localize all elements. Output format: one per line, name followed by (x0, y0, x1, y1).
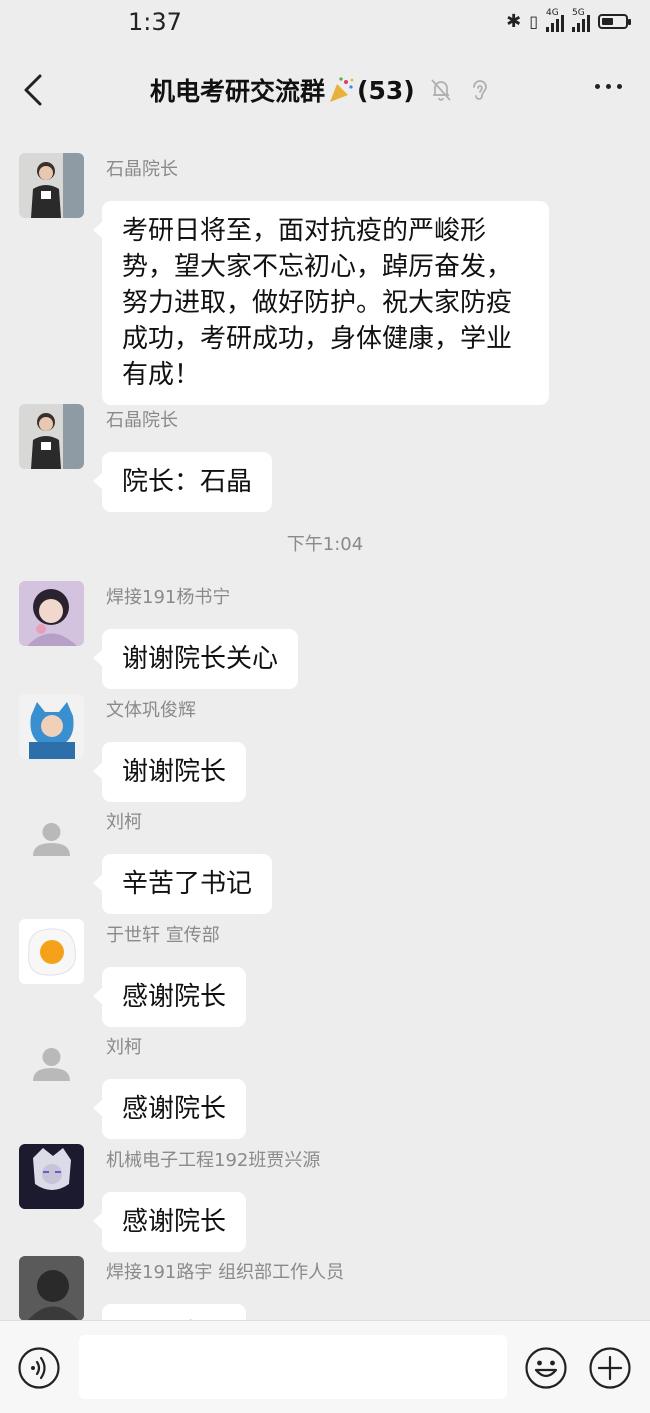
message-input[interactable] (79, 1335, 507, 1399)
avatar[interactable] (19, 919, 84, 984)
mute-bell-icon (431, 79, 451, 101)
message-bubble[interactable]: 谢谢院长 (92, 742, 247, 802)
sender-name: 刘柯 (106, 1037, 142, 1058)
status-icons: ✱ ▯ 4G 5G (506, 8, 631, 32)
sender-name: 文体巩俊辉 (106, 700, 196, 721)
sender-name: 机械电子工程192班贾兴源 (106, 1150, 321, 1171)
avatar[interactable] (19, 1144, 84, 1209)
default-avatar-icon (19, 1031, 84, 1096)
sender-name: 焊接191杨书宁 (106, 587, 231, 608)
signal-4g-icon: 4G (546, 8, 564, 32)
sender-name: 焊接191路宇 组织部工作人员 (106, 1262, 345, 1283)
message-bubble[interactable]: 院长：石晶 (92, 452, 273, 512)
signal-5g-label: 5G (572, 7, 585, 18)
sender-name: 于世轩 宣传部 (106, 925, 220, 946)
vibrate-icon: ▯ (529, 12, 538, 31)
more-dots-icon[interactable] (595, 84, 622, 89)
avatar-photo-icon (19, 694, 84, 759)
avatar-photo-icon (19, 1144, 84, 1209)
sender-name: 刘柯 (106, 812, 142, 833)
sender-name: 石晶院长 (106, 410, 178, 431)
status-time: 1:37 (128, 8, 182, 36)
battery-icon (598, 14, 631, 29)
avatar[interactable] (19, 581, 84, 646)
avatar[interactable] (19, 694, 84, 759)
emoji-icon[interactable] (524, 1346, 568, 1390)
chat-title-wrap[interactable]: 机电考研交流群 (53) (150, 72, 491, 108)
chat-area[interactable]: 石晶院长 考研日将至，面对抗疫的严峻形势，望大家不忘初心，踔厉奋发，努力进取，做… (0, 132, 650, 1320)
message-bubble[interactable]: 考研日将至，面对抗疫的严峻形势，望大家不忘初心，踔厉奋发，努力进取，做好防护。祝… (93, 201, 549, 405)
plus-icon[interactable] (588, 1346, 632, 1390)
chat-title: 机电考研交流群 (150, 77, 326, 106)
chat-timestamp: 下午1:04 (286, 534, 364, 555)
message-bubble[interactable]: 感谢院长 (92, 1079, 247, 1139)
message-bubble[interactable]: 谢谢院长关心 (92, 629, 299, 689)
fried-egg-avatar-icon (19, 919, 84, 984)
bluetooth-icon: ✱ (506, 11, 522, 32)
status-bar: 1:37 ✱ ▯ 4G 5G (0, 0, 650, 48)
back-arrow-icon[interactable] (20, 70, 50, 110)
message-bubble[interactable]: 辛苦了书记 (92, 854, 273, 914)
avatar[interactable] (19, 153, 84, 218)
default-avatar-icon (19, 806, 84, 871)
avatar[interactable] (19, 1256, 84, 1320)
avatar-photo-icon (19, 153, 84, 218)
avatar-photo-icon (19, 404, 84, 469)
avatar[interactable] (19, 1031, 84, 1096)
chat-header: 机电考研交流群 (53) (0, 48, 650, 132)
sender-name: 石晶院长 (106, 159, 178, 180)
party-emoji-icon (330, 77, 354, 102)
avatar[interactable] (19, 404, 84, 469)
battery-fill (602, 18, 613, 25)
signal-4g-label: 4G (546, 7, 559, 18)
member-count: (53) (357, 75, 415, 105)
avatar-photo-icon (19, 1256, 84, 1320)
message-bubble[interactable]: 感谢院长 (92, 967, 247, 1027)
message-bubble[interactable]: 谢谢院长 (102, 1304, 247, 1320)
message-bubble[interactable]: 感谢院长 (92, 1192, 247, 1252)
ear-icon (472, 80, 487, 100)
signal-5g-icon: 5G (572, 8, 590, 32)
voice-icon[interactable] (17, 1346, 61, 1390)
avatar[interactable] (19, 806, 84, 871)
input-bar (0, 1320, 650, 1413)
avatar-photo-icon (19, 581, 84, 646)
